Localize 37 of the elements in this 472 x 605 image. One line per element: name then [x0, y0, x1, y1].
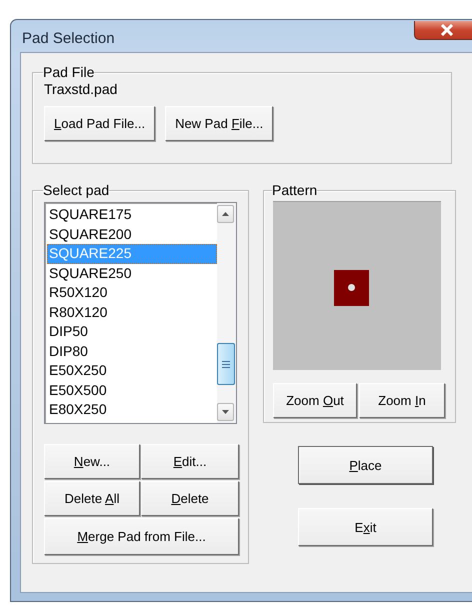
- pad-list-item[interactable]: E50X500: [47, 380, 217, 400]
- grip-icon: [222, 360, 230, 368]
- pad-list-item[interactable]: E50X250: [47, 361, 217, 380]
- action-button[interactable]: Place: [298, 446, 433, 484]
- close-button[interactable]: [414, 20, 472, 40]
- group-title: Pad File: [43, 64, 94, 80]
- pad-list-item[interactable]: R80X120: [47, 302, 217, 322]
- scroll-down-button[interactable]: [217, 403, 234, 421]
- file-name: Traxstd.pad: [44, 80, 118, 98]
- pad-list-item[interactable]: SQUARE250: [47, 264, 217, 283]
- group-title: Select pad: [43, 182, 110, 198]
- pad-list-item[interactable]: DIP50: [47, 322, 217, 342]
- close-icon: [440, 24, 454, 36]
- down-arrow-icon: [222, 410, 229, 414]
- pad-list-item[interactable]: SQUARE175: [47, 205, 217, 224]
- pad-button[interactable]: Delete: [141, 481, 239, 516]
- pad-drawing: [334, 270, 368, 306]
- scroll-up-button[interactable]: [217, 205, 234, 223]
- action-button[interactable]: Exit: [298, 508, 433, 546]
- zoom-button[interactable]: Zoom In: [359, 383, 445, 418]
- pad-list[interactable]: SQUARE175 SQUARE200 SQUARE225 SQUARE250 R50X120 R80X120 DIP50 DIP80 E50X250 E50X500 E80X250: [44, 202, 237, 424]
- pad-button[interactable]: New...: [44, 444, 140, 479]
- group-title: Pattern: [272, 182, 318, 198]
- file-button[interactable]: Load Pad File...: [44, 106, 156, 141]
- file-button[interactable]: New Pad File...: [165, 106, 274, 141]
- up-arrow-icon: [222, 212, 229, 216]
- pad-list-item[interactable]: R50X120: [47, 283, 217, 302]
- pad-list-item[interactable]: DIP80: [47, 342, 217, 361]
- pad-button[interactable]: Delete All: [44, 481, 140, 516]
- window-title: Pad Selection: [21, 30, 115, 46]
- pad-list-item[interactable]: E80X250: [47, 400, 217, 420]
- pad-button[interactable]: Merge Pad from File...: [44, 518, 239, 555]
- scrollbar[interactable]: [217, 203, 236, 423]
- pad-button[interactable]: Edit...: [141, 444, 239, 479]
- pad-list-item[interactable]: SQUARE200: [47, 224, 217, 244]
- scroll-thumb[interactable]: [217, 343, 235, 385]
- zoom-button[interactable]: Zoom Out: [273, 383, 357, 418]
